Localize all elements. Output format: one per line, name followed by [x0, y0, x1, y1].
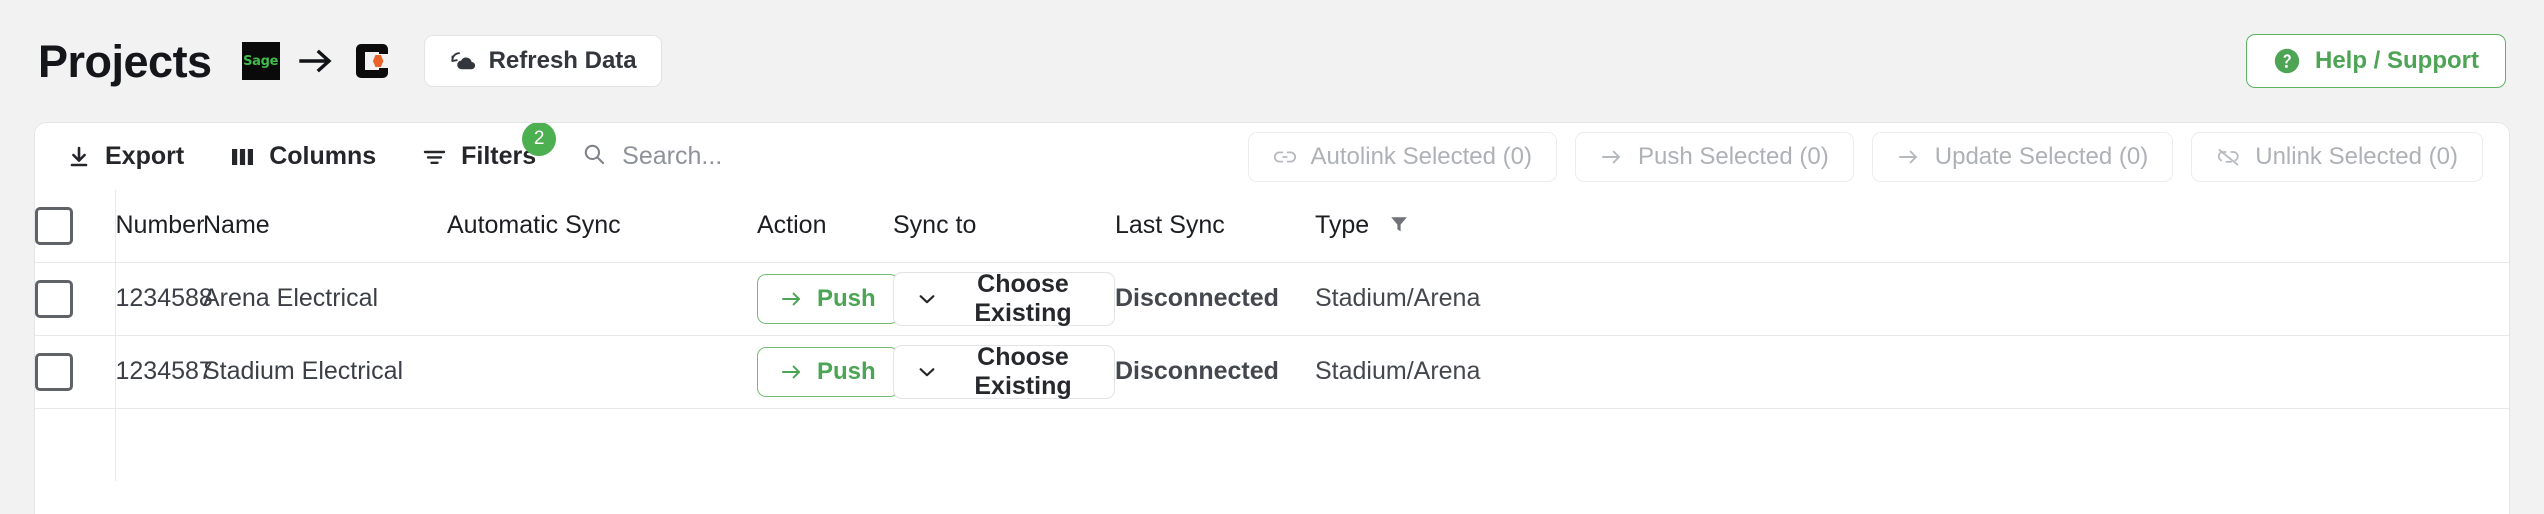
empty-cell [1315, 408, 2509, 481]
columns-button[interactable]: Columns [230, 142, 376, 171]
refresh-data-button[interactable]: Refresh Data [423, 35, 662, 87]
search-box[interactable] [582, 142, 923, 171]
header-action[interactable]: Action [757, 190, 893, 262]
cell-action: Push [757, 335, 899, 408]
cell-number: 1234588 [115, 284, 213, 312]
table-header-row: Number Name Automatic Sync Action Sync t… [35, 190, 2509, 262]
update-selected-button[interactable]: Update Selected (0) [1871, 131, 2174, 182]
filters-button[interactable]: Filters 2 [422, 123, 557, 171]
status-badge: Disconnected [1115, 284, 1279, 312]
autolink-selected-label: Autolink Selected (0) [1310, 142, 1532, 170]
empty-cell [1115, 408, 1315, 481]
select-all-cell [35, 190, 116, 262]
sage-logo-icon: Sage [241, 42, 280, 80]
header-type[interactable]: Type [1315, 190, 2509, 262]
columns-icon [230, 146, 255, 168]
type-filter-icon[interactable] [1388, 217, 1410, 239]
cell-action: Push [757, 262, 899, 335]
cell-number: 1234587 [115, 357, 213, 385]
header-number[interactable]: Number [115, 190, 205, 262]
unlink-selected-button[interactable]: Unlink Selected (0) [2191, 131, 2483, 182]
row-checkbox[interactable] [35, 279, 73, 318]
header-sync-to[interactable]: Sync to [893, 190, 1115, 262]
push-button-label: Push [817, 357, 876, 385]
header-name[interactable]: Name [203, 190, 447, 262]
arrow-right-icon [780, 289, 804, 309]
push-button[interactable]: Push [757, 346, 899, 397]
projects-table: Number Name Automatic Sync Action Sync t… [35, 190, 2509, 481]
unlink-selected-label: Unlink Selected (0) [2255, 142, 2458, 170]
push-button[interactable]: Push [757, 273, 899, 324]
chevron-down-icon [916, 291, 938, 307]
cell-type: Stadium/Arena [1315, 357, 1481, 385]
help-support-button[interactable]: Help / Support [2246, 34, 2506, 88]
question-circle-icon [2273, 47, 2301, 75]
cell-name: Stadium Electrical [203, 357, 404, 385]
push-button-label: Push [817, 284, 876, 312]
page-header: Projects Sage Refresh Data Help / Suppor… [0, 0, 2544, 122]
choose-existing-label: Choose Existing [974, 269, 1072, 327]
empty-cell [203, 408, 447, 481]
filter-lines-icon [422, 146, 447, 168]
link-icon [1273, 148, 1297, 166]
table-header: Number Name Automatic Sync Action Sync t… [35, 190, 2509, 262]
cloud-refresh-icon [449, 49, 476, 73]
row-checkbox[interactable] [35, 352, 73, 391]
cell-last-sync: Disconnected [1115, 262, 1315, 335]
empty-cell [447, 408, 757, 481]
push-selected-button[interactable]: Push Selected (0) [1574, 131, 1854, 182]
empty-cell [757, 408, 893, 481]
export-button[interactable]: Export [67, 142, 184, 171]
arrow-right-icon [1600, 147, 1624, 167]
page-title: Projects [38, 35, 212, 87]
cell-automatic-sync [447, 335, 757, 408]
choose-existing-dropdown[interactable]: Choose Existing [893, 342, 1115, 400]
cell-name: Arena Electrical [203, 284, 379, 312]
cell-sync-to: Choose Existing [893, 335, 1115, 408]
download-icon [67, 145, 91, 169]
unlink-icon [2216, 147, 2241, 167]
status-badge: Disconnected [1115, 357, 1279, 385]
cell-sync-to: Choose Existing [893, 262, 1115, 335]
arrow-right-icon [296, 42, 336, 80]
choose-existing-label: Choose Existing [974, 342, 1072, 400]
cell-type: Stadium/Arena [1315, 284, 1481, 312]
search-icon [582, 142, 606, 171]
update-selected-label: Update Selected (0) [1934, 142, 2149, 170]
empty-select-cell [35, 408, 116, 481]
arrow-right-icon [1897, 147, 1921, 167]
refresh-data-label: Refresh Data [488, 47, 637, 74]
export-label: Export [105, 142, 185, 170]
cell-automatic-sync [447, 262, 757, 335]
table-toolbar: Export Columns Filters 2 Search... Autol… [35, 123, 2509, 190]
empty-cell [893, 408, 1115, 481]
table-row[interactable]: 1234587 Stadium Electrical Push Choose E… [35, 335, 2509, 408]
columns-label: Columns [269, 142, 377, 170]
integration-logos: Sage [241, 42, 390, 80]
table-body: 1234588 Arena Electrical Push Choose Exi… [35, 262, 2509, 481]
search-input[interactable] [622, 142, 923, 171]
filters-count-badge: 2 [522, 123, 557, 156]
empty-cell [115, 408, 203, 481]
chevron-down-icon [916, 364, 938, 380]
procore-logo-icon [352, 42, 390, 80]
header-automatic-sync[interactable]: Automatic Sync [447, 190, 757, 262]
row-select-cell [35, 262, 116, 335]
projects-table-card: Export Columns Filters 2 Search... Autol… [34, 122, 2510, 514]
choose-existing-dropdown[interactable]: Choose Existing [893, 269, 1115, 327]
select-all-checkbox[interactable] [35, 206, 73, 245]
push-selected-label: Push Selected (0) [1637, 142, 1829, 170]
sage-logo-label: Sage [243, 53, 279, 69]
autolink-selected-button[interactable]: Autolink Selected (0) [1247, 131, 1557, 182]
help-support-label: Help / Support [2315, 47, 2479, 74]
cell-last-sync: Disconnected [1115, 335, 1315, 408]
table-empty-row [35, 408, 2509, 481]
row-select-cell [35, 335, 116, 408]
header-last-sync[interactable]: Last Sync [1115, 190, 1315, 262]
arrow-right-icon [780, 362, 804, 382]
table-row[interactable]: 1234588 Arena Electrical Push Choose Exi… [35, 262, 2509, 335]
